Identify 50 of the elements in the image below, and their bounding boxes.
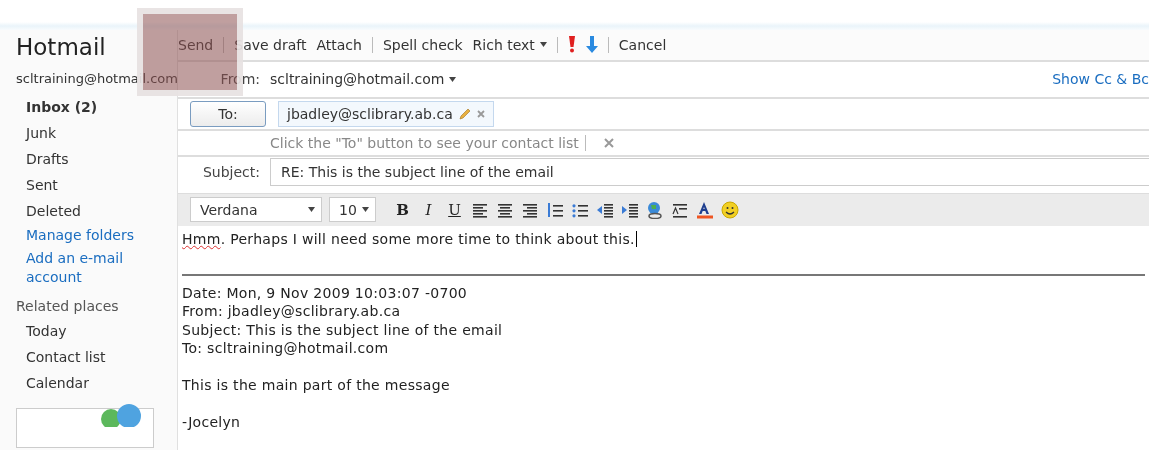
toolbar-button[interactable]: Send [178, 36, 214, 53]
toolbar-dropdown[interactable]: Rich text [472, 36, 547, 53]
to-button[interactable]: To: [190, 100, 266, 127]
down-arrow-icon[interactable] [585, 36, 598, 54]
recipient-chip[interactable]: jbadley@sclibrary.ab.ca [278, 100, 494, 127]
folder-item[interactable]: Junk [16, 120, 66, 146]
smiley-icon[interactable] [721, 200, 739, 219]
close-icon[interactable] [603, 137, 614, 148]
size-dropdown[interactable]: 10 [329, 197, 376, 223]
format-button[interactable]: B [393, 199, 412, 220]
format-button[interactable]: I [419, 199, 438, 220]
folder-item[interactable]: Deleted [16, 198, 91, 224]
quoted-line: Subject: This is the subject line of the email [182, 320, 504, 339]
field-label: From: [219, 71, 261, 88]
quoted-line: This is the main part of the message [182, 376, 451, 395]
quoted-line: -Jocelyn [182, 413, 242, 432]
quoted-line: From: jbadley@sclibrary.ab.ca [182, 302, 402, 321]
related-item[interactable]: Contact list [16, 344, 116, 370]
caret-icon [308, 207, 315, 213]
folder-item[interactable]: Inbox (2) [16, 94, 108, 120]
from-dropdown[interactable]: scltraining@hotmail.com [270, 71, 457, 88]
folder-item[interactable]: Drafts [16, 146, 79, 172]
toolbar-button[interactable]: Save draft [234, 36, 307, 53]
numbered-list-icon[interactable] [546, 200, 564, 219]
caret-icon [449, 76, 457, 82]
sidebar-link[interactable]: Manage folders [16, 224, 166, 247]
reply-text[interactable]: Hmm. Perhaps I will need some more time to think about this. [182, 230, 1145, 276]
toolbar-button[interactable]: Attach [316, 36, 362, 53]
quoted-line: To: scltraining@hotmail.com [182, 339, 390, 358]
contact-hint: Click the "To" button to see your contact list [270, 134, 579, 151]
folder-item[interactable]: Sent [16, 172, 68, 198]
quoted-line: Date: Mon, 9 Nov 2009 10:03:07 -0700 [182, 283, 469, 302]
font-dropdown[interactable]: Verdana [190, 197, 322, 223]
account-email: scltraining@hotmail.com [16, 71, 177, 86]
font-color-icon[interactable] [696, 200, 714, 219]
caret-icon [539, 42, 547, 48]
app-logo-text: Hotmail [16, 34, 107, 60]
field-label: Subject: [201, 163, 261, 180]
toolbar-button[interactable]: Spell check [382, 36, 463, 53]
caret-icon [362, 207, 369, 213]
exclamation-icon[interactable] [567, 36, 576, 54]
show-cc-link[interactable]: Show Cc & Bc [1052, 71, 1149, 88]
toolbar-button[interactable]: Cancel [618, 36, 667, 53]
related-item[interactable]: Calendar [16, 370, 99, 396]
format-button[interactable]: U [445, 199, 464, 220]
sidebar-link[interactable]: Add an e-mail account [16, 247, 166, 289]
subject-field[interactable]: RE: This is the subject line of the email [270, 157, 1149, 186]
related-item[interactable]: Today [16, 318, 77, 344]
close-icon[interactable] [476, 109, 485, 118]
section-heading: Related places [16, 297, 120, 316]
